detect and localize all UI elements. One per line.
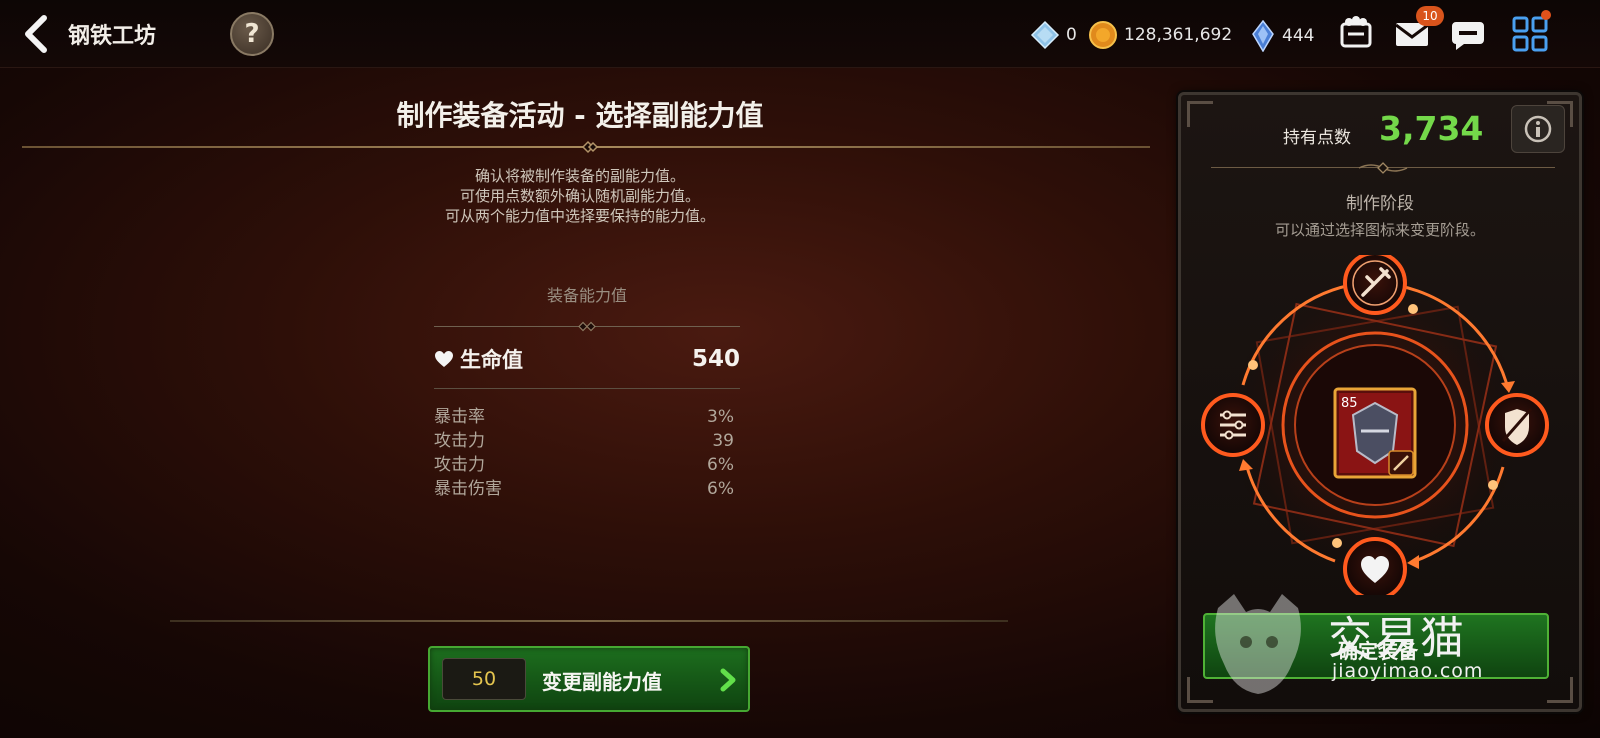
sub-stat-label: 攻击力 — [434, 431, 485, 451]
menu-notification-dot — [1541, 10, 1551, 20]
arc-node-dot — [1408, 304, 1418, 314]
gem-count: 444 — [1282, 26, 1315, 46]
arc-node-dot — [1332, 538, 1342, 548]
crystal-icon — [1030, 20, 1060, 50]
sub-stat-row: 攻击力 6% — [434, 453, 734, 477]
sub-stat-row: 暴击率 3% — [434, 405, 734, 429]
stage-node-weapon[interactable] — [1343, 255, 1407, 315]
change-substat-label: 变更副能力值 — [542, 670, 662, 694]
main-stat-divider — [434, 388, 740, 389]
main-stat-label: 生命值 — [460, 348, 523, 372]
description-line: 可使用点数额外确认随机副能力值。 — [459, 187, 700, 205]
stage-description: 可以通过选择图标来变更阶段。 — [1274, 221, 1485, 239]
menu-grid-icon[interactable] — [1510, 14, 1550, 54]
back-arrow-icon[interactable] — [20, 14, 56, 54]
sub-stats-list: 暴击率 3% 攻击力 39 攻击力 6% 暴击伤害 6% — [434, 405, 734, 501]
currency-gem: 444 — [1250, 20, 1314, 52]
section-title: 制作装备活动 - 选择副能力值 — [396, 99, 764, 132]
main-stat-label-group: 生命值 — [434, 344, 523, 374]
watermark-url: jiaoyimao.com — [1332, 660, 1484, 682]
mail-badge: 10 — [1416, 6, 1444, 26]
divider-ornament-icon — [1358, 162, 1408, 174]
chat-icon[interactable] — [1448, 14, 1488, 54]
sub-stat-row: 攻击力 39 — [434, 429, 734, 453]
description-line: 确认将被制作装备的副能力值。 — [474, 167, 685, 185]
currency-gold: 128,361,692 — [1088, 20, 1232, 50]
bottom-divider — [170, 620, 1008, 622]
heart-icon — [435, 351, 453, 367]
stage-node-stat[interactable] — [1343, 537, 1407, 595]
main-stat-value: 540 — [691, 346, 740, 372]
guild-icon[interactable] — [1336, 14, 1376, 54]
item-level: 85 — [1341, 396, 1358, 411]
main-stat-row: 生命值 540 — [434, 343, 740, 375]
sub-stat-value: 39 — [712, 431, 734, 451]
panel-corner-ornament — [1547, 677, 1573, 703]
points-value: 3,734 — [1379, 109, 1484, 148]
sub-stat-label: 攻击力 — [434, 455, 485, 475]
arc-node-dot — [1248, 360, 1258, 370]
stats-heading: 装备能力值 — [546, 286, 627, 305]
crafted-item-slot[interactable]: 85 — [1333, 387, 1417, 479]
change-cost: 50 — [442, 658, 526, 700]
panel-corner-ornament — [1187, 101, 1213, 127]
info-button[interactable] — [1511, 105, 1565, 153]
sub-stat-value: 6% — [707, 479, 734, 499]
watermark-text: 交易猫 — [1328, 613, 1466, 664]
sub-stat-label: 暴击率 — [434, 407, 485, 427]
crystal-count: 0 — [1066, 25, 1077, 45]
description: 确认将被制作装备的副能力值。 可使用点数额外确认随机副能力值。 可从两个能力值中… — [0, 166, 1160, 226]
info-icon — [1524, 115, 1552, 143]
points-label: 持有点数 — [1283, 128, 1351, 148]
top-bar: 钢铁工坊 ? 0 128,361,692 444 10 — [0, 0, 1600, 68]
stage-title: 制作阶段 — [1346, 194, 1414, 214]
sub-stat-label: 暴击伤害 — [434, 479, 502, 499]
chevron-right-icon — [720, 668, 736, 692]
sub-stat-value: 6% — [707, 455, 734, 475]
gold-count: 128,361,692 — [1124, 25, 1233, 45]
stage-node-options[interactable] — [1201, 393, 1265, 457]
divider-ornament-icon — [581, 140, 599, 154]
sub-stat-row: 暴击伤害 6% — [434, 477, 734, 501]
sub-stat-value: 3% — [707, 407, 734, 427]
arc-node-dot — [1488, 480, 1498, 490]
change-substat-button[interactable]: 50 变更副能力值 — [428, 646, 750, 712]
divider-ornament-icon — [578, 321, 596, 332]
crafting-stage-wheel: 85 — [1201, 255, 1549, 595]
page-title: 钢铁工坊 — [68, 24, 157, 49]
description-line: 可从两个能力值中选择要保持的能力值。 — [444, 207, 715, 225]
blue-gem-icon — [1252, 20, 1274, 52]
currency-crystal: 0 — [1030, 20, 1077, 50]
help-button[interactable]: ? — [230, 12, 274, 56]
stage-node-armor[interactable] — [1485, 393, 1549, 457]
gold-coin-icon — [1089, 21, 1117, 49]
